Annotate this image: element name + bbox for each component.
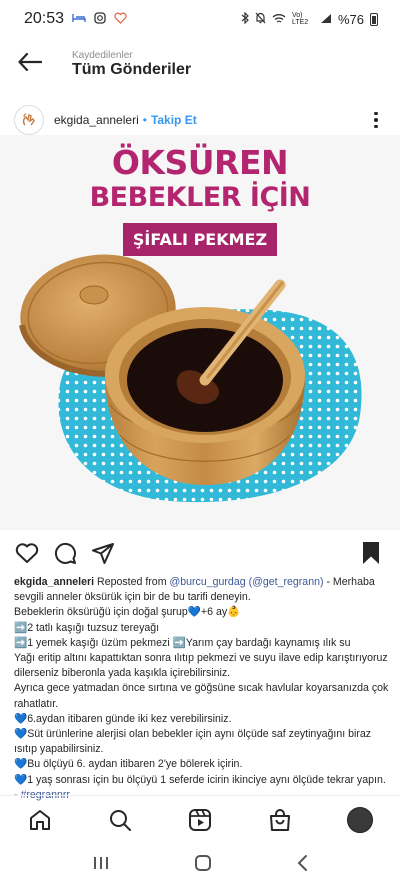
shop-icon[interactable] (265, 805, 295, 835)
caption-line: Bebeklerin öksürüğü için doğal şurup💙+6 … (14, 606, 241, 619)
instagram-icon (94, 11, 106, 27)
caption-line: Yağı eritip altını kapattıktan sonra ılı… (14, 652, 388, 680)
bottom-navigation (0, 795, 400, 843)
home-icon[interactable] (25, 805, 55, 835)
recent-apps-icon[interactable] (92, 855, 110, 876)
post-caption: ekgida_anneleri Reposted from @burcu_gur… (14, 575, 390, 803)
more-options-icon[interactable] (366, 111, 386, 129)
bluetooth-icon (241, 11, 249, 27)
share-send-icon[interactable] (90, 540, 116, 566)
avatar[interactable] (14, 105, 44, 135)
back-arrow-icon[interactable] (16, 48, 44, 76)
caption-line: ➡️2 tatlı kaşığı tuzsuz tereyağı (14, 621, 160, 634)
status-bar: 20:53 Vo) LTE2 %76 (0, 0, 400, 38)
mention-burcu[interactable]: @burcu_gurdag (169, 576, 245, 588)
battery-level: %76 (337, 11, 364, 27)
image-title-badge: ŞİFALI PEKMEZ (122, 223, 278, 256)
post-actions (0, 538, 400, 568)
caption-username[interactable]: ekgida_anneleri (14, 576, 94, 588)
comment-icon[interactable] (52, 540, 78, 566)
image-title-overlay: ÖKSÜREN BEBEKLER İÇİN ŞİFALI PEKMEZ (0, 145, 400, 256)
home-button-icon[interactable] (194, 854, 212, 877)
follow-button[interactable]: Takip Et (151, 113, 197, 127)
status-time: 20:53 (24, 10, 65, 27)
saved-header: Kaydedilenler Tüm Gönderiler (0, 38, 400, 86)
mute-icon (255, 12, 266, 27)
caption-line: 💙1 yaş sonrası için bu ölçüyü 1 seferde … (14, 773, 386, 786)
profile-avatar[interactable] (345, 805, 375, 835)
system-navigation (0, 843, 400, 888)
caption-line: Ayrıca gece yatmadan önce sırtına ve göğ… (14, 682, 389, 710)
reels-icon[interactable] (185, 805, 215, 835)
search-icon[interactable] (105, 805, 135, 835)
caption-line: 💙Bu ölçüyü 6. aydan itibaren 2'ye bölere… (14, 758, 243, 771)
like-heart-icon[interactable] (14, 540, 40, 566)
image-title-line-1: ÖKSÜREN (111, 143, 289, 182)
bed-icon (72, 12, 86, 26)
image-title-line-2: BEBEKLER İÇİN (89, 182, 311, 213)
post-username[interactable]: ekgida_anneleri (54, 113, 139, 127)
network-label: Vo) LTE2 (291, 12, 309, 26)
caption-reposted: Reposted from (94, 576, 170, 588)
page-title: Tüm Gönderiler (72, 60, 192, 78)
mention-get-regrann[interactable]: (@get_regrann) (249, 576, 324, 588)
caption-line: ➡️1 yemek kaşığı üzüm pekmezi ➡️Yarım ça… (14, 636, 351, 649)
caption-line: 💙Süt ürünlerine alerjisi olan bebekler i… (14, 728, 372, 756)
profile-picture (347, 806, 373, 833)
bookmark-saved-icon[interactable] (358, 540, 384, 566)
back-button-icon[interactable] (296, 854, 308, 877)
header-subtitle: Kaydedilenler (72, 49, 133, 61)
battery-icon (370, 12, 378, 26)
caption-line: 💙6.aydan itibaren günde iki kez verebili… (14, 712, 232, 725)
separator-dot: • (142, 113, 147, 127)
wifi-icon (272, 12, 286, 27)
signal-icon (320, 12, 332, 27)
heart-health-icon (114, 12, 127, 27)
post-image[interactable]: ÖKSÜREN BEBEKLER İÇİN ŞİFALI PEKMEZ (0, 135, 400, 530)
